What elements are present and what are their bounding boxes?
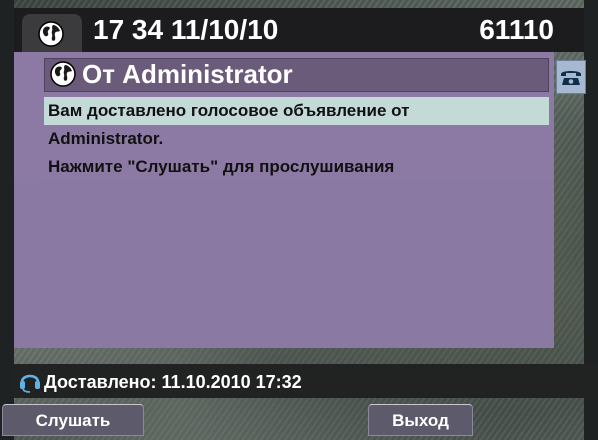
screen-bezel-left [0,0,14,440]
phone-screen: 17 34 11/10/10 61110 От Administrator Ва… [0,0,598,440]
listen-softkey[interactable]: Слушать [2,404,144,436]
message-line: Administrator. [44,125,549,153]
header-time-date: 17 34 11/10/10 [93,14,279,45]
message-panel-empty-area [14,178,554,348]
message-line: Нажмите "Слушать" для прослушивания [44,153,549,181]
globe-icon [50,61,76,87]
delivered-status-text: Доставлено: 11.10.2010 17:32 [44,372,302,392]
header-extension: 61110 [479,14,554,45]
message-line-selected[interactable]: Вам доставлено голосовое объявление от [44,97,549,125]
message-title: От Administrator [82,59,293,89]
globe-icon [38,21,64,47]
exit-softkey[interactable]: Выход [368,404,473,436]
headset-icon [20,374,40,393]
phone-icon [561,71,581,85]
